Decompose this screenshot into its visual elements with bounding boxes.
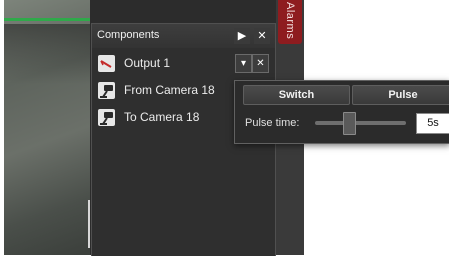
components-title: Components (97, 29, 160, 41)
switch-button[interactable]: Switch (243, 85, 350, 105)
camera-icon (98, 109, 115, 126)
alarms-tab-label: Alarms (284, 2, 296, 40)
components-header: Components ▶ ✕ (92, 24, 275, 48)
pulse-time-value[interactable]: 5s (416, 113, 449, 134)
output-icon (98, 55, 115, 72)
list-item-label: To Camera 18 (124, 110, 200, 124)
chevron-down-icon: ▾ (240, 58, 247, 69)
pulse-time-slider-track[interactable] (315, 121, 406, 125)
pulse-time-slider-thumb[interactable] (343, 112, 356, 135)
close-icon: ✕ (257, 30, 267, 42)
output-remove-button[interactable]: ✕ (252, 54, 269, 73)
video-overlay-stripe (4, 18, 90, 21)
list-item-label: Output 1 (124, 56, 171, 70)
close-icon: ✕ (256, 58, 265, 69)
camera-icon (98, 82, 115, 99)
alarms-tab[interactable]: Alarms (278, 0, 302, 44)
output-dropdown-button[interactable]: ▾ (235, 54, 252, 73)
output-control-popup: Switch Pulse Pulse time: 5s (234, 80, 449, 144)
camera-video-view (4, 0, 92, 255)
video-shadow (4, 24, 90, 84)
pulse-time-label: Pulse time: (245, 117, 300, 129)
close-panel-button[interactable]: ✕ (254, 28, 270, 44)
pulse-button[interactable]: Pulse (352, 85, 449, 105)
list-item-output-1[interactable]: Output 1 ▾ ✕ (92, 51, 275, 77)
expand-button[interactable]: ▶ (234, 28, 250, 44)
play-icon: ▶ (237, 30, 247, 42)
list-item-label: From Camera 18 (124, 83, 215, 97)
